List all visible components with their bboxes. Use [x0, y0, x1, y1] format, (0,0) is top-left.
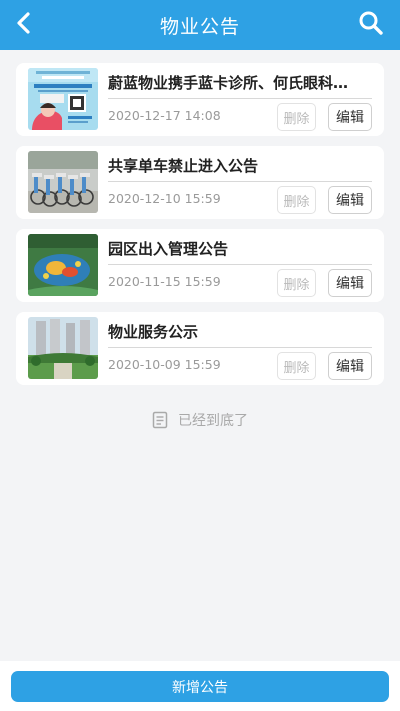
edit-button[interactable]: 编辑 [328, 269, 372, 297]
delete-button[interactable]: 删除 [277, 352, 316, 380]
notice-title: 共享单车禁止进入公告 [108, 157, 259, 175]
edit-button[interactable]: 编辑 [328, 352, 372, 380]
notice-card[interactable]: 物业服务公示 2020-10-09 15:59 删除 编辑 [16, 312, 384, 385]
delete-button[interactable]: 删除 [277, 269, 316, 297]
notice-date: 2020-11-15 15:59 [108, 274, 221, 289]
end-of-list-note: 已经到底了 [0, 410, 400, 430]
divider [108, 264, 372, 265]
app-screen: 物业公告 蔚蓝物业携手蓝卡诊所、何氏眼科… 2020-12-17 14:08 删… [0, 0, 400, 711]
notice-title: 园区出入管理公告 [108, 240, 229, 258]
divider [108, 181, 372, 182]
notice-thumbnail-residential-photo [28, 317, 98, 379]
divider [108, 98, 372, 99]
document-icon [152, 411, 168, 429]
notice-title: 蔚蓝物业携手蓝卡诊所、何氏眼科… [108, 74, 349, 92]
bottom-bar: 新增公告 [0, 661, 400, 711]
end-of-list-text: 已经到底了 [178, 413, 248, 429]
notice-card[interactable]: 园区出入管理公告 2020-11-15 15:59 删除 编辑 [16, 229, 384, 302]
notice-thumbnail-playground-photo [28, 234, 98, 296]
notice-date: 2020-10-09 15:59 [108, 357, 221, 372]
chevron-left-icon [14, 11, 34, 39]
notice-card[interactable]: 蔚蓝物业携手蓝卡诊所、何氏眼科… 2020-12-17 14:08 删除 编辑 [16, 63, 384, 136]
edit-button[interactable]: 编辑 [328, 186, 372, 214]
add-notice-button[interactable]: 新增公告 [11, 671, 389, 702]
search-icon [358, 10, 384, 40]
delete-button[interactable]: 删除 [277, 186, 316, 214]
notice-date: 2020-12-17 14:08 [108, 108, 221, 123]
search-button[interactable] [356, 10, 386, 40]
notice-thumbnail-bikes-photo [28, 151, 98, 213]
page-title: 物业公告 [159, 15, 240, 38]
notice-thumbnail-clinic-poster [28, 68, 98, 130]
back-button[interactable] [8, 9, 40, 41]
edit-button[interactable]: 编辑 [328, 103, 372, 131]
notice-date: 2020-12-10 15:59 [108, 191, 221, 206]
notice-list: 蔚蓝物业携手蓝卡诊所、何氏眼科… 2020-12-17 14:08 删除 编辑 [16, 63, 384, 395]
divider [108, 347, 372, 348]
header-bar: 物业公告 [0, 0, 400, 50]
delete-button[interactable]: 删除 [277, 103, 316, 131]
notice-title: 物业服务公示 [108, 323, 199, 341]
notice-card[interactable]: 共享单车禁止进入公告 2020-12-10 15:59 删除 编辑 [16, 146, 384, 219]
